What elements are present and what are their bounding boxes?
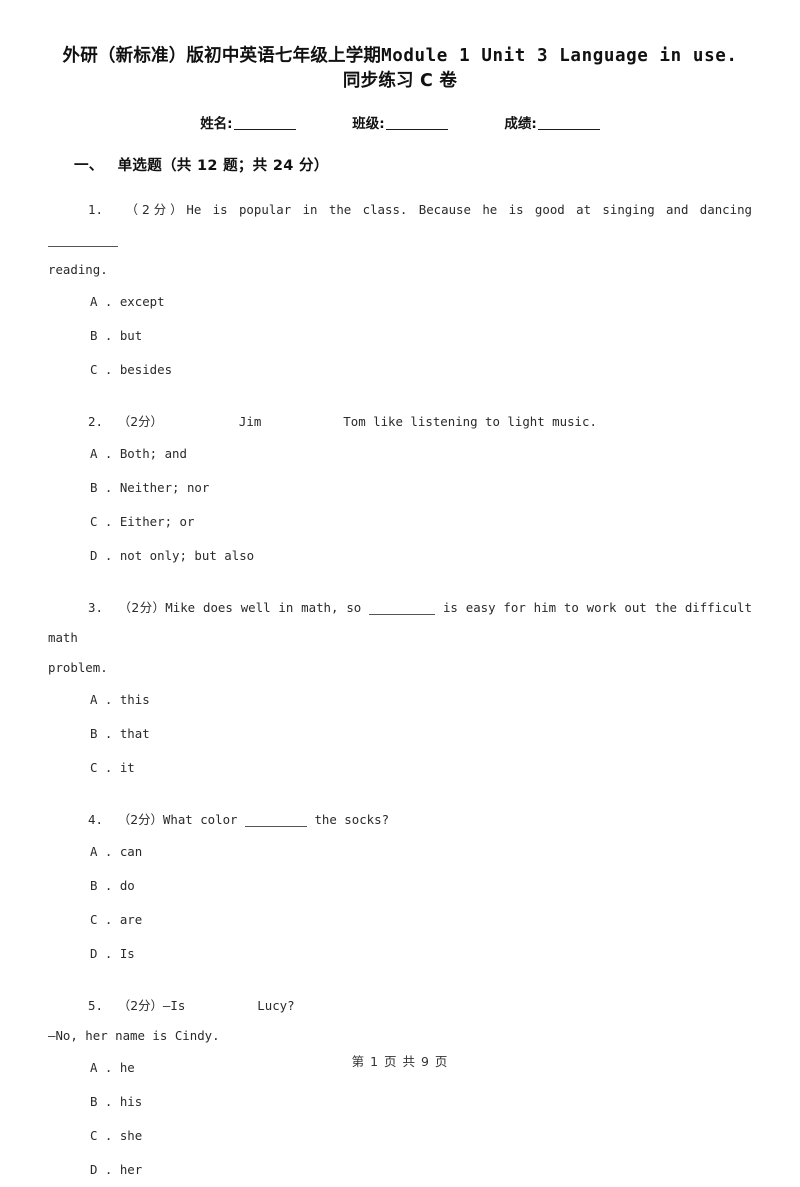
page-title-line1: 外研（新标准）版初中英语七年级上学期Module 1 Unit 3 Langua…: [48, 44, 752, 69]
answer-blank[interactable]: [48, 246, 118, 247]
question-text-part1: Jim: [238, 414, 262, 429]
question-text-part2: the socks?: [314, 812, 390, 827]
question-text-part1: What color: [162, 812, 238, 827]
question-score: （2分）: [125, 202, 187, 217]
option-item[interactable]: D . Is: [48, 937, 752, 971]
option-item[interactable]: B . his: [48, 1085, 752, 1119]
question-stem-continued: problem.: [48, 660, 108, 675]
option-item[interactable]: A . can: [48, 835, 752, 869]
page-title-cjk: 外研（新标准）版初中英语七年级上学期: [62, 46, 382, 66]
question-score: （2分）: [117, 812, 163, 827]
answer-blank[interactable]: [369, 614, 436, 615]
section-label: 单选题（共 12 题；共 24 分）: [117, 158, 329, 174]
question-stem: 3. （2分）Mike does well in math, so is eas…: [48, 593, 752, 653]
option-item[interactable]: C . she: [48, 1119, 752, 1153]
option-item[interactable]: B . do: [48, 869, 752, 903]
option-item[interactable]: C . besides: [48, 353, 752, 387]
question-number: 5.: [88, 998, 103, 1013]
section-number: 一、: [74, 158, 104, 174]
page-title: 外研（新标准）版初中英语七年级上学期Module 1 Unit 3 Langua…: [48, 0, 752, 94]
score-input[interactable]: [537, 129, 600, 130]
option-item[interactable]: A . Both; and: [48, 437, 752, 471]
class-input[interactable]: [385, 129, 448, 130]
option-item[interactable]: C . are: [48, 903, 752, 937]
question-stem-continued: —No, her name is Cindy.: [48, 1028, 220, 1043]
name-label: 姓名:: [200, 116, 233, 132]
question-score: （2分）: [117, 414, 163, 429]
question-block: 5. （2分）—Is Lucy? —No, her name is Cindy. …: [48, 991, 752, 1187]
identity-row: 姓名: 班级: 成绩:: [48, 112, 752, 132]
question-score: （2分）: [117, 998, 163, 1013]
question-stem-continued: reading.: [48, 262, 108, 277]
exam-page: 外研（新标准）版初中英语七年级上学期Module 1 Unit 3 Langua…: [0, 0, 800, 1177]
section-heading: 一、 单选题（共 12 题；共 24 分）: [48, 154, 752, 175]
question-block: 4. （2分）What color the socks? A . can B .…: [48, 805, 752, 971]
question-stem: 1. （2分）He is popular in the class. Becau…: [48, 195, 752, 255]
question-block: 1. （2分）He is popular in the class. Becau…: [48, 195, 752, 387]
page-footer: 第 1 页 共 9 页: [351, 1054, 449, 1069]
option-item[interactable]: B . but: [48, 319, 752, 353]
question-block: 2. （2分） Jim Tom like listening to light mu…: [48, 407, 752, 573]
option-item[interactable]: A . this: [48, 683, 752, 717]
question-text-part1: Mike does well in math, so: [165, 600, 362, 615]
option-item[interactable]: B . Neither; nor: [48, 471, 752, 505]
answer-blank[interactable]: [244, 826, 307, 827]
question-text: He is popular in the class. Because he i…: [186, 202, 752, 217]
class-label: 班级:: [352, 116, 385, 132]
option-item[interactable]: D . her: [48, 1153, 752, 1187]
class-field: 班级:: [352, 112, 448, 132]
option-item[interactable]: B . that: [48, 717, 752, 751]
question-stem: 2. （2分） Jim Tom like listening to light mu…: [48, 407, 752, 437]
name-input[interactable]: [233, 129, 296, 130]
question-text-part2: Lucy?: [257, 998, 295, 1013]
score-field: 成绩:: [504, 112, 600, 132]
option-item[interactable]: C . it: [48, 751, 752, 785]
page-title-latin: Module 1 Unit 3 Language in use.: [381, 46, 738, 66]
question-number: 1.: [88, 202, 103, 217]
question-number: 3.: [88, 600, 103, 615]
option-item[interactable]: A . except: [48, 285, 752, 319]
question-score: （2分）: [118, 600, 166, 615]
question-text-part2: Tom like listening to light music.: [343, 414, 597, 429]
name-field: 姓名:: [200, 112, 296, 132]
question-number: 2.: [88, 414, 103, 429]
score-label: 成绩:: [504, 116, 537, 132]
question-stem: 5. （2分）—Is Lucy?: [48, 991, 752, 1021]
question-number: 4.: [88, 812, 103, 827]
question-block: 3. （2分）Mike does well in math, so is eas…: [48, 593, 752, 785]
question-text-part1: —Is: [162, 998, 186, 1013]
option-item[interactable]: C . Either; or: [48, 505, 752, 539]
question-stem: 4. （2分）What color the socks?: [48, 805, 752, 835]
page-title-line2: 同步练习 C 卷: [342, 71, 458, 91]
option-item[interactable]: D . not only; but also: [48, 539, 752, 573]
